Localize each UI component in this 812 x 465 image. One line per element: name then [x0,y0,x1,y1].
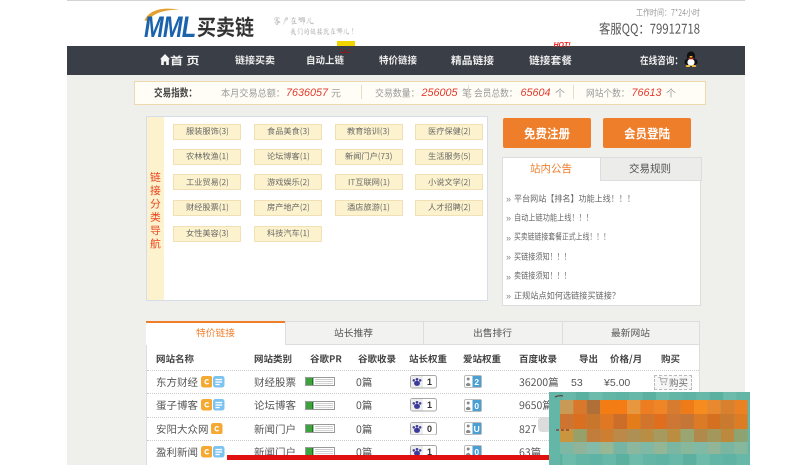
svg-text:2: 2 [474,377,479,387]
svg-text:1: 1 [426,377,431,387]
svg-text:0: 0 [474,400,479,410]
svg-text:1: 1 [426,400,431,410]
svg-text:U: U [474,424,480,434]
svg-text:0: 0 [426,424,431,434]
